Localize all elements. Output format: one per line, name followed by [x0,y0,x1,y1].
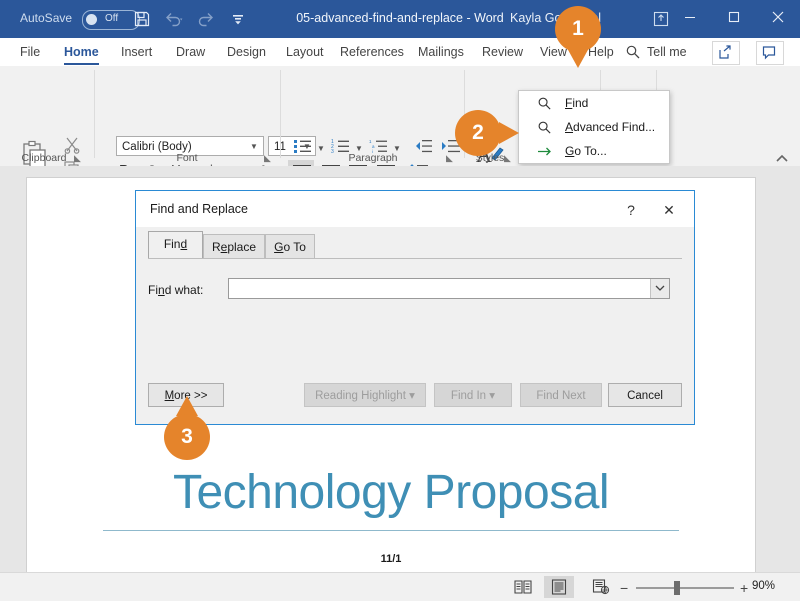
tab-home[interactable]: Home [58,38,105,66]
menu-item-advanced-find-label: Advanced Find... [565,120,656,134]
web-layout-button[interactable] [586,576,616,598]
group-label-paragraph: Paragraph [348,152,398,164]
menu-item-find-label: Find [565,96,589,110]
menu-item-find[interactable]: Find [519,92,669,116]
find-dropdown-menu: Find Advanced Find... Go To... [518,90,670,164]
find-what-textfield[interactable] [232,281,651,298]
word-window: AutoSave Off 05-advanced-find-and-replac… [0,0,800,601]
zoom-slider[interactable] [636,581,734,595]
callout-badge-1: 1 [555,6,601,52]
title-bar: AutoSave Off 05-advanced-find-and-replac… [0,0,800,38]
find-and-replace-dialog: Find and Replace ? ✕ Find Replace Go To … [135,190,695,425]
group-label-font: Font [176,152,198,164]
dialog-title-bar: Find and Replace ? ✕ [136,191,694,227]
arrow-right-icon [537,144,553,160]
dialog-help-button[interactable]: ? [620,199,642,221]
clipboard-dialog-launcher[interactable]: ◣ [74,153,84,163]
document-title-heading: Technology Proposal [172,466,610,519]
find-in-button[interactable]: Find In ▾ [434,383,512,407]
callout-badge-2-tail [499,122,519,144]
tab-review[interactable]: Review [476,38,529,66]
zoom-in-button[interactable]: + [740,580,748,596]
share-button[interactable] [712,41,740,65]
callout-badge-3-tail [176,396,198,416]
find-what-input[interactable] [228,278,670,299]
comments-button[interactable] [756,41,784,65]
read-mode-button[interactable] [508,576,538,598]
paragraph-dialog-launcher[interactable]: ◣ [446,153,456,163]
title-divider [103,530,679,531]
status-bar: − + 90% [0,572,800,601]
font-dialog-launcher[interactable]: ◣ [264,153,274,163]
ribbon: Paste ▼ Clipboard ◣ Calibri (Body) ▼ 11 … [0,66,800,206]
reading-highlight-button[interactable]: Reading Highlight ▾ [304,383,426,407]
dialog-tab-go-to[interactable]: Go To [265,234,315,258]
group-separator [280,70,281,158]
group-separator [94,70,95,158]
callout-badge-2: 2 [455,110,501,156]
search-icon [537,120,553,136]
tab-draw[interactable]: Draw [170,38,211,66]
collapse-ribbon-icon[interactable] [774,152,790,164]
tab-layout[interactable]: Layout [280,38,330,66]
dialog-title-text: Find and Replace [150,202,248,216]
tab-references[interactable]: References [334,38,410,66]
menu-item-go-to-label: Go To... [565,144,607,158]
minimize-button[interactable] [668,0,712,38]
maximize-button[interactable] [712,0,756,38]
zoom-level-label[interactable]: 90% [752,580,775,592]
close-button[interactable] [756,0,800,38]
zoom-slider-handle[interactable] [674,581,680,595]
dialog-body: Find Replace Go To Find what: More >> Re… [136,227,694,424]
document-date: 11/1 [380,553,402,565]
find-next-button[interactable]: Find Next [520,383,602,407]
menu-item-go-to[interactable]: Go To... [519,140,669,164]
tab-design[interactable]: Design [221,38,272,66]
styles-dialog-launcher[interactable]: ◣ [504,153,514,163]
tell-me-box[interactable]: Tell me [647,38,687,66]
zoom-out-button[interactable]: − [620,580,628,596]
font-name-dropdown-icon[interactable]: ▼ [250,142,258,151]
tab-mailings[interactable]: Mailings [412,38,470,66]
print-layout-button[interactable] [544,576,574,598]
menu-item-advanced-find[interactable]: Advanced Find... [519,116,669,140]
cancel-button[interactable]: Cancel [608,383,682,407]
callout-badge-3: 3 [164,414,210,460]
dialog-tab-replace[interactable]: Replace [203,234,265,258]
search-icon [625,44,641,60]
tab-file[interactable]: File [14,38,46,66]
find-what-dropdown-icon[interactable] [650,279,669,298]
search-icon [537,96,553,112]
find-what-label: Find what: [148,283,204,297]
tab-insert[interactable]: Insert [115,38,158,66]
ribbon-tab-strip: File Home Insert Draw Design Layout Refe… [0,38,800,66]
dialog-tab-find[interactable]: Find [148,231,203,258]
dialog-close-button[interactable]: ✕ [658,199,680,221]
